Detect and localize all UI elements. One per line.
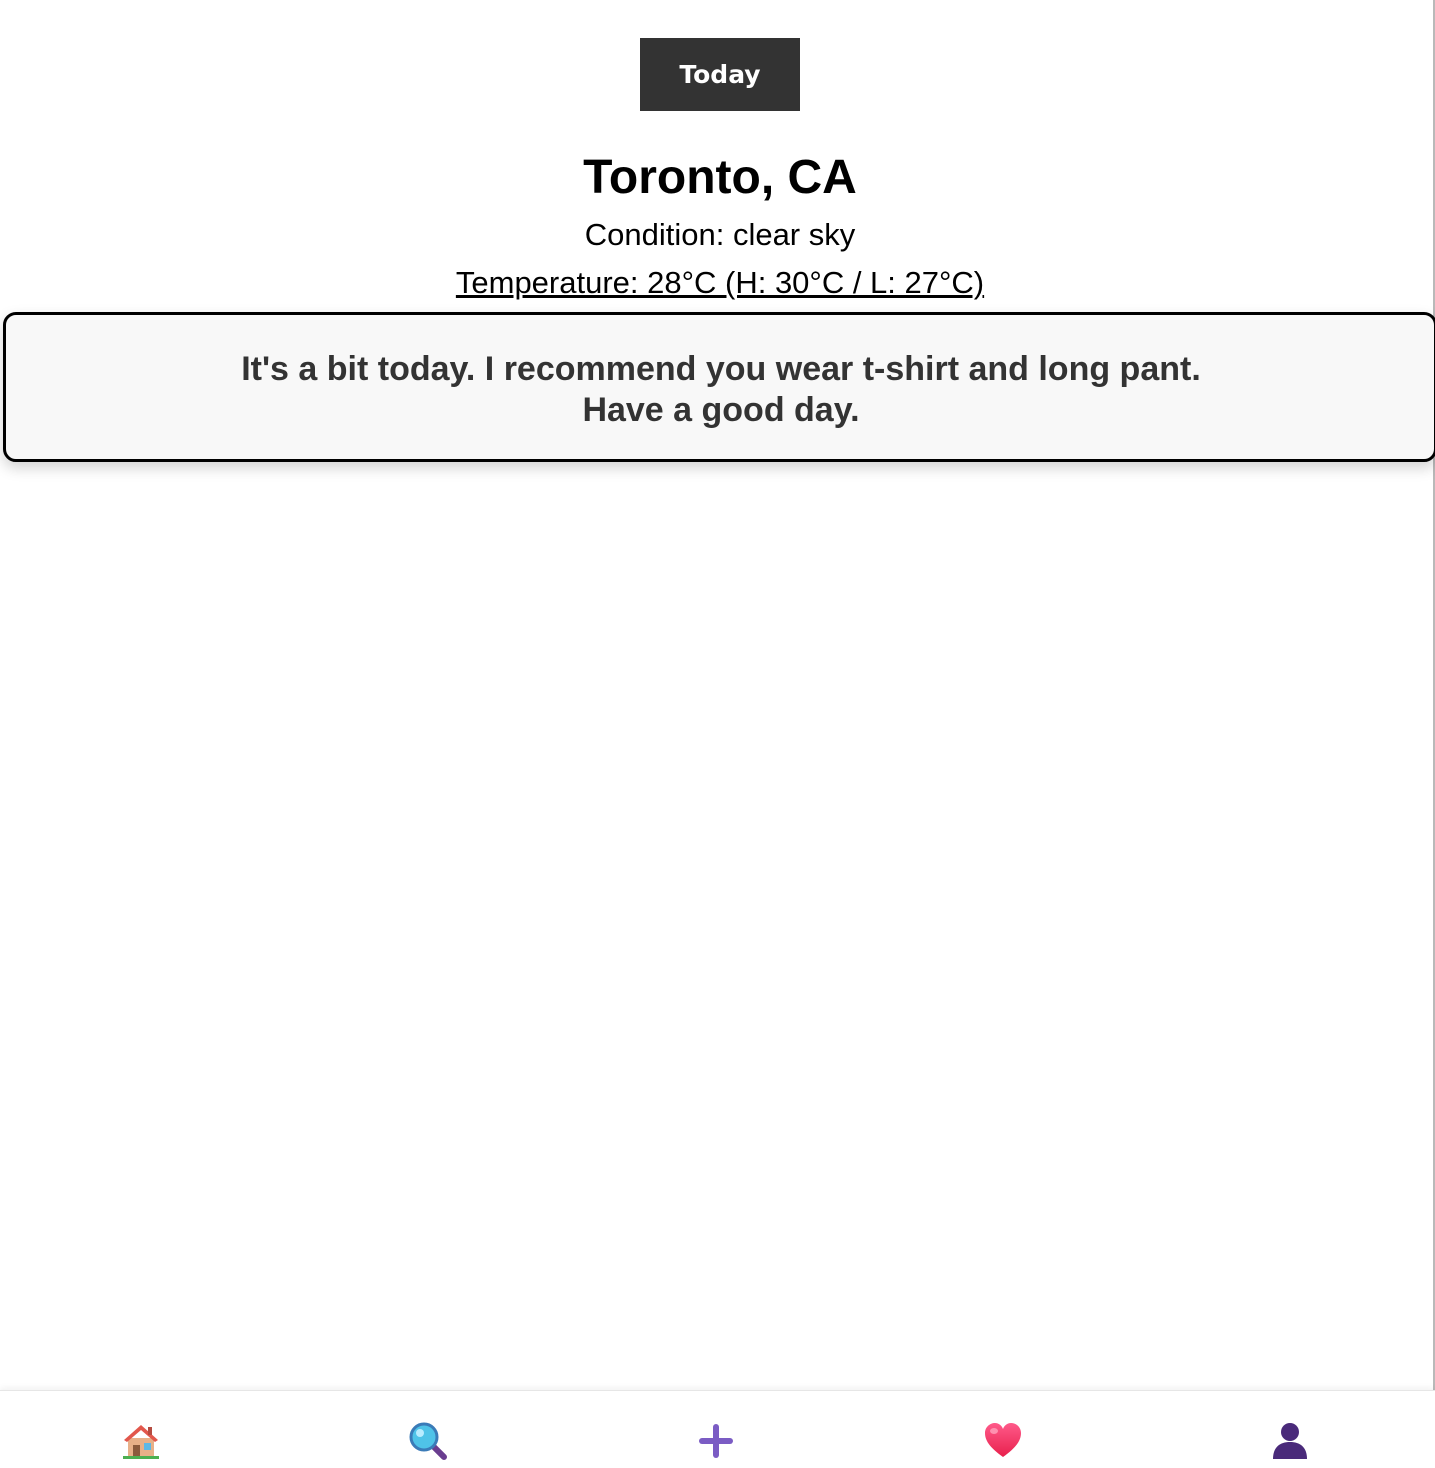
city-title: Toronto, CA	[583, 151, 857, 204]
magnifying-glass-icon	[409, 1422, 447, 1460]
nav-favorites[interactable]	[981, 1419, 1025, 1463]
advice-line-1: It's a bit today. I recommend you wear t…	[241, 350, 1201, 388]
temperature-value: Temperature: 28°C (H: 30°C / L: 27°C)	[455, 265, 985, 300]
advice-message: It's a bit today. I recommend you wear t…	[6, 349, 1435, 431]
today-button[interactable]: Today	[640, 38, 800, 111]
advice-card: It's a bit today. I recommend you wear t…	[3, 312, 1435, 462]
temperature-text: Temperature: 28°C (H: 30°C / L: 27°C)	[0, 264, 1435, 302]
nav-home[interactable]	[119, 1419, 163, 1463]
app-page: Today Toronto, CA Condition: clear sky T…	[0, 0, 1435, 1468]
nav-profile[interactable]	[1268, 1419, 1312, 1463]
condition-text: Condition: clear sky	[584, 217, 856, 252]
bottom-navigation	[0, 1390, 1435, 1468]
user-icon	[1273, 1423, 1307, 1459]
plus-icon	[699, 1424, 733, 1458]
heart-icon	[985, 1423, 1021, 1457]
house-icon	[123, 1425, 159, 1459]
advice-line-2: Have a good day.	[582, 391, 860, 429]
nav-add[interactable]	[694, 1419, 738, 1463]
nav-search[interactable]	[406, 1419, 450, 1463]
